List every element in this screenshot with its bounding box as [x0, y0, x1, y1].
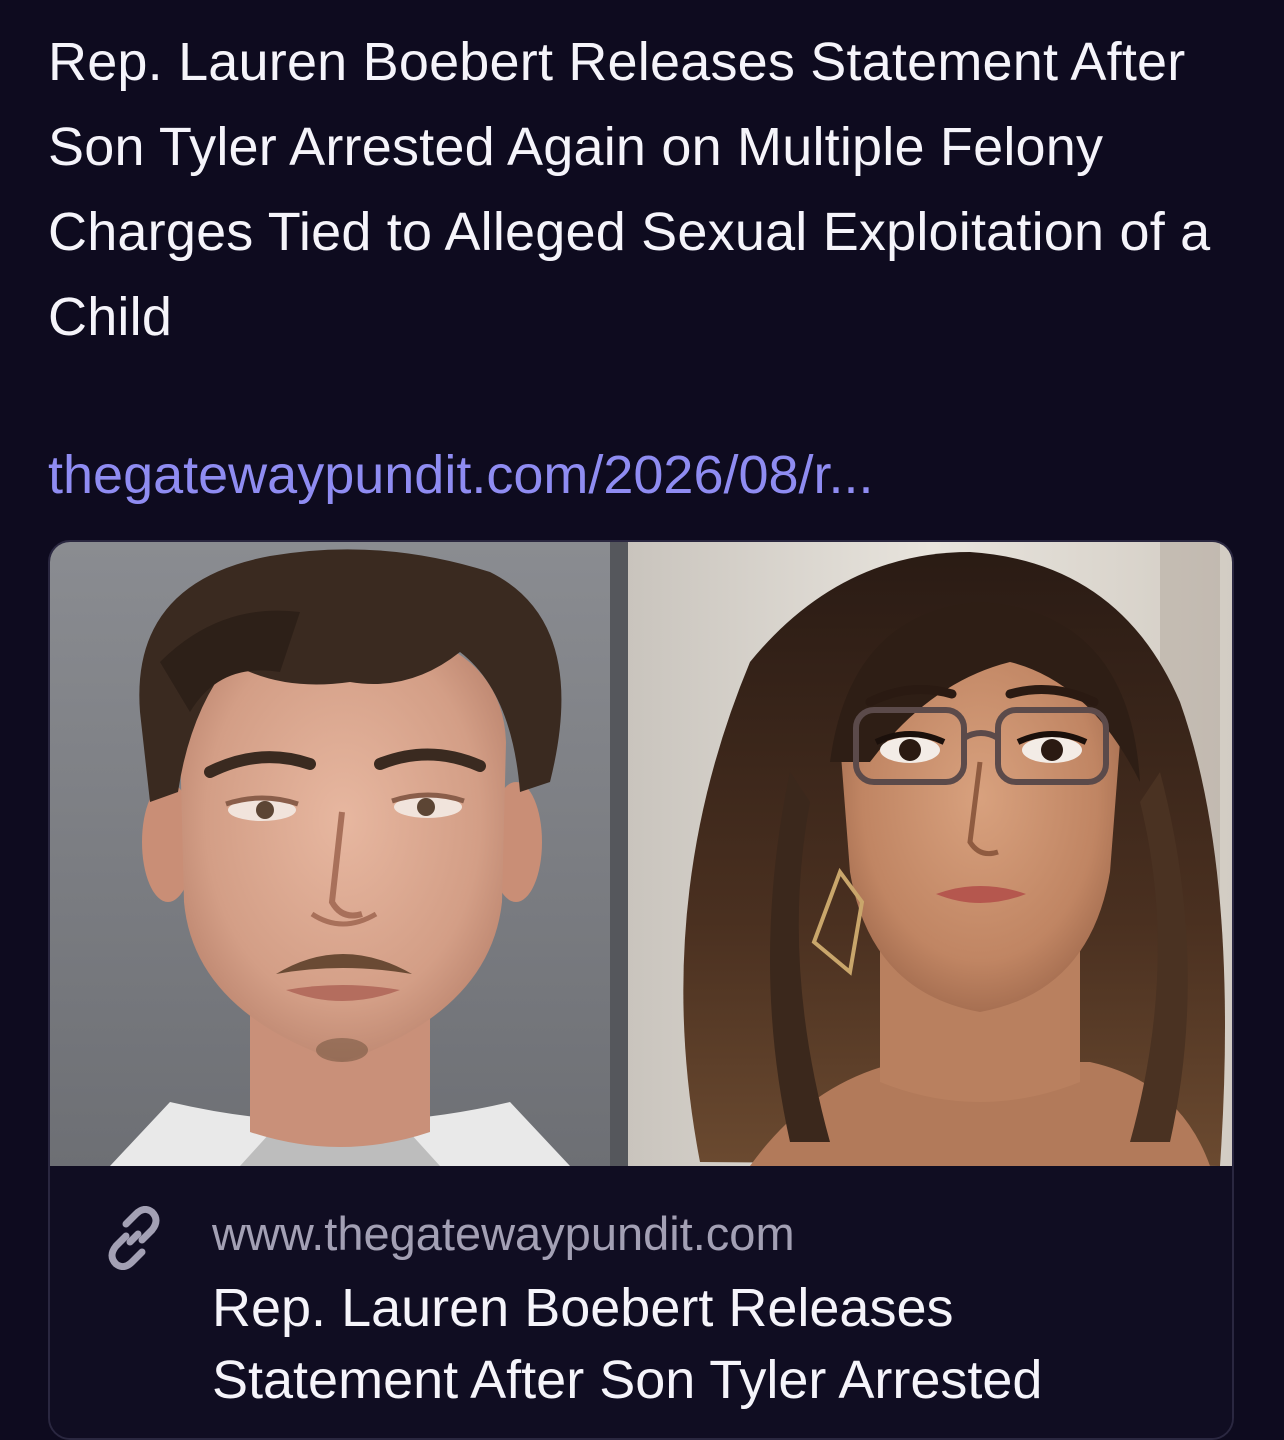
- link-preview-footer[interactable]: www.thegatewaypundit.com Rep. Lauren Boe…: [50, 1166, 1232, 1438]
- link-preview-card[interactable]: www.thegatewaypundit.com Rep. Lauren Boe…: [48, 540, 1234, 1440]
- post-link[interactable]: thegatewaypundit.com/2026/08/r...: [48, 440, 874, 510]
- link-preview-title: Rep. Lauren Boebert Releases Statement A…: [212, 1278, 1043, 1410]
- link-preview-domain: www.thegatewaypundit.com: [212, 1207, 795, 1260]
- link-icon: [108, 1206, 160, 1270]
- left-portrait: [50, 542, 628, 1166]
- link-preview-image[interactable]: [50, 542, 1234, 1166]
- post-text: Rep. Lauren Boebert Releases Statement A…: [48, 32, 1211, 347]
- right-portrait: [628, 542, 1232, 1166]
